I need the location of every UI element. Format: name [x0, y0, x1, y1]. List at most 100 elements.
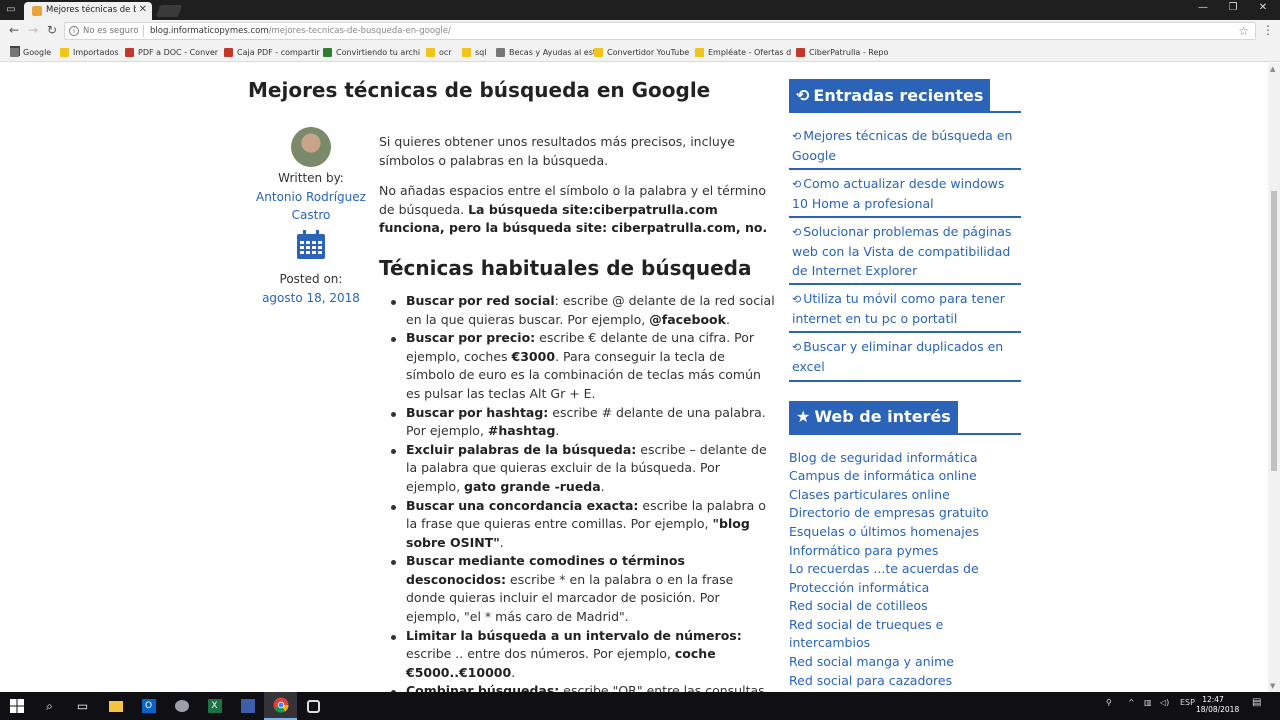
- windows-logo-icon: [9, 699, 24, 713]
- bookmark-star-icon[interactable]: ☆: [1238, 24, 1249, 38]
- bookmark-favicon-icon: [462, 47, 471, 57]
- forward-icon[interactable]: →: [26, 23, 40, 37]
- close-window-icon[interactable]: ✕: [1248, 2, 1278, 13]
- technique-item: Combinar búsquedas: escribe "OR" entre l…: [391, 682, 775, 692]
- vstudio-button[interactable]: [231, 692, 264, 720]
- interest-link[interactable]: Esquelas o últimos homenajes: [789, 523, 1021, 542]
- search-icon: ⌕: [46, 698, 53, 713]
- interest-title-text: Web de interés: [814, 407, 951, 427]
- technique-item: Buscar una concordancia exacta: escribe …: [391, 497, 775, 553]
- tab-close-icon[interactable]: ✕: [139, 4, 147, 15]
- bookmark-label: Becas y Ayudas al est: [509, 47, 597, 57]
- recent-posts-title: ⟲ Entradas recientes: [789, 79, 991, 111]
- interest-link[interactable]: Red social de trueques e intercambios: [789, 616, 1021, 653]
- bookmark-item[interactable]: Importados: [60, 46, 119, 58]
- post-date-link[interactable]: agosto 18, 2018: [254, 289, 368, 308]
- technique-item: Limitar la búsqueda a un intervalo de nú…: [391, 627, 775, 683]
- start-button[interactable]: [0, 692, 33, 720]
- new-tab-button[interactable]: [155, 5, 183, 17]
- address-bar[interactable]: i No es seguro blog.informaticopymes.com…: [64, 22, 1256, 40]
- url-domain: blog.informaticopymes.com: [150, 26, 269, 36]
- bookmark-item[interactable]: sql: [462, 46, 486, 58]
- network-icon[interactable]: ▥: [1144, 698, 1152, 707]
- bookmark-favicon-icon: [60, 47, 69, 57]
- bookmark-favicon-icon: [426, 47, 435, 57]
- scroll-thumb[interactable]: [1271, 191, 1277, 471]
- interest-link[interactable]: Clases particulares online: [789, 486, 1021, 505]
- back-icon[interactable]: ←: [7, 23, 21, 37]
- chrome-button[interactable]: [264, 692, 297, 720]
- outlook-button[interactable]: O: [132, 692, 165, 720]
- technique-tail: .: [511, 664, 516, 680]
- interest-link[interactable]: Informático para pymes: [789, 542, 1021, 561]
- network-app-icon: [174, 700, 189, 712]
- tab-active[interactable]: Mejores técnicas de búsq ✕: [24, 2, 152, 20]
- info-icon[interactable]: i: [69, 26, 79, 36]
- recent-post-title: Buscar y eliminar duplicados en excel: [792, 339, 1004, 374]
- interest-link[interactable]: Red social manga y anime: [789, 653, 1021, 672]
- technique-item: Buscar por precio: escribe € delante de …: [391, 329, 775, 403]
- language-indicator[interactable]: ESP: [1180, 698, 1195, 707]
- scroll-up-icon[interactable]: ▲: [1270, 65, 1275, 73]
- reload-icon[interactable]: ↻: [45, 23, 59, 37]
- bookmark-item[interactable]: Convirtiendo tu archi: [323, 46, 420, 58]
- technique-example: gato grande -rueda: [464, 478, 601, 494]
- recent-post-link[interactable]: ⟲ Como actualizar desde windows 10 Home a…: [789, 170, 1021, 219]
- bookmark-favicon-icon: [594, 47, 603, 57]
- author-name-link[interactable]: Antonio Rodríguez Castro: [254, 188, 368, 225]
- bookmark-label: ocr: [439, 47, 452, 57]
- recent-post-link[interactable]: ⟲ Mejores técnicas de búsqueda en Google: [789, 127, 1021, 171]
- history-icon: ⟲: [792, 293, 802, 307]
- interest-link[interactable]: Red social para cazadores: [789, 672, 1021, 691]
- recorder-button[interactable]: [297, 692, 330, 720]
- excel-icon: X: [207, 699, 222, 713]
- bookmark-label: Caja PDF - compartir: [237, 47, 320, 57]
- technique-item: Excluir palabras de la búsqueda: escribe…: [391, 441, 775, 497]
- task-view-button[interactable]: ▭: [66, 692, 99, 720]
- recent-posts-list: ⟲ Mejores técnicas de búsqueda en Google ⟲…: [789, 127, 1021, 382]
- minimize-icon[interactable]: —: [1188, 2, 1218, 13]
- network-app-button[interactable]: [165, 692, 198, 720]
- browser-menu-icon[interactable]: ⋮: [1262, 23, 1274, 37]
- interest-link[interactable]: Campus de informática online: [789, 467, 1021, 486]
- technique-tail: .: [725, 311, 730, 327]
- clock[interactable]: 12:47 18/08/2018: [1196, 695, 1239, 715]
- bookmark-favicon-icon: [323, 47, 332, 57]
- restore-icon[interactable]: ❐: [1218, 2, 1248, 13]
- recent-post-link[interactable]: ⟲ Buscar y eliminar duplicados en excel: [789, 333, 1021, 382]
- interest-title: ★ Web de interés: [789, 400, 958, 433]
- bookmark-item[interactable]: CiberPatrulla - Repo: [796, 46, 888, 58]
- notifications-icon[interactable]: ▤: [1252, 697, 1261, 708]
- bookmark-item[interactable]: Caja PDF - compartir: [224, 46, 320, 58]
- page-scrollbar[interactable]: ▲ ▼: [1268, 63, 1280, 692]
- file-explorer-button[interactable]: [99, 692, 132, 720]
- bookmark-item[interactable]: Convertidor YouTube: [594, 46, 689, 58]
- written-by-label: Written by:: [278, 171, 344, 185]
- interest-header: ★ Web de interés: [789, 400, 1021, 435]
- url-text[interactable]: blog.informaticopymes.com/mejores-tecnic…: [150, 26, 451, 36]
- sidebar: ⟲ Entradas recientes ⟲ Mejores técnicas d…: [789, 79, 1021, 692]
- bookmark-item[interactable]: ocr: [426, 46, 452, 58]
- recent-post-link[interactable]: ⟲ Utiliza tu móvil como para tener intern…: [789, 285, 1021, 334]
- bookmark-item[interactable]: Becas y Ayudas al est: [496, 46, 596, 58]
- bookmark-item[interactable]: Google: [10, 46, 51, 58]
- bookmark-item[interactable]: PDF a DOC - Conver: [125, 46, 218, 58]
- task-view-icon: ▭: [76, 699, 89, 713]
- bookmark-item[interactable]: Empléate - Ofertas d: [695, 46, 791, 58]
- outlook-icon: O: [141, 699, 156, 713]
- interest-link[interactable]: Lo recuerdas ...te acuerdas de Protecció…: [789, 560, 1021, 597]
- tray-chevron-icon[interactable]: ^: [1128, 698, 1135, 707]
- author-name-last: Castro: [291, 208, 331, 222]
- interest-link[interactable]: Blog de seguridad informática: [789, 449, 1021, 468]
- interest-link[interactable]: Directorio de empresas gratuito: [789, 504, 1021, 523]
- recent-post-link[interactable]: ⟲ Solucionar problemas de páginas web con…: [789, 218, 1021, 286]
- scroll-down-icon[interactable]: ▼: [1270, 682, 1275, 690]
- excel-button[interactable]: X: [198, 692, 231, 720]
- interest-link[interactable]: Red social de cotilleos: [789, 597, 1021, 616]
- history-icon: ⟲: [792, 341, 802, 355]
- people-icon[interactable]: ⚲: [1106, 698, 1112, 707]
- window-menu-icon[interactable]: ▭: [4, 3, 18, 17]
- search-button[interactable]: ⌕: [33, 692, 66, 720]
- volume-icon[interactable]: ◁): [1160, 698, 1169, 707]
- bookmark-label: Convirtiendo tu archi: [336, 47, 421, 57]
